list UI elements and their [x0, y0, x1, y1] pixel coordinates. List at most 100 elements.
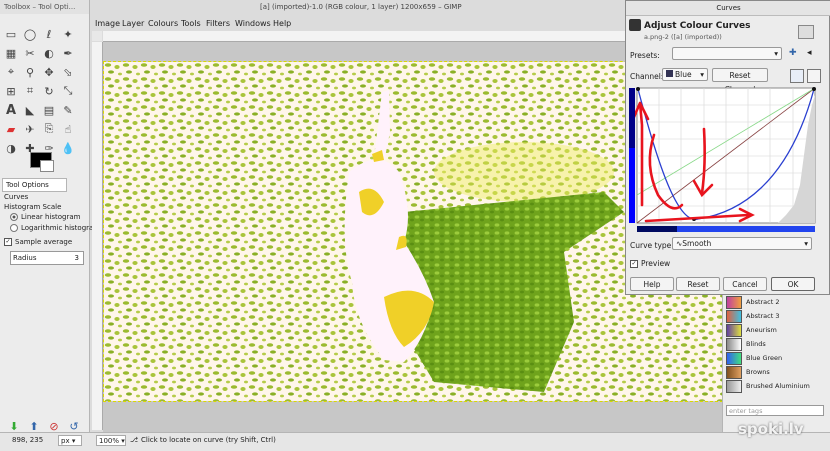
blend-icon[interactable]: ▤ [41, 102, 57, 118]
gradient-swatch[interactable] [726, 380, 742, 393]
eraser-icon[interactable]: ▰ [3, 121, 19, 137]
foreground-select-icon[interactable]: ◐ [41, 45, 57, 61]
channel-label: Channel: [630, 72, 664, 81]
move-icon[interactable]: ⬂ [60, 64, 76, 80]
radius-value: 3 [74, 254, 79, 262]
curve-type-value: Smooth [682, 239, 712, 248]
pencil-icon[interactable]: ✎ [60, 102, 76, 118]
sample-average-label: Sample average [15, 238, 73, 246]
gradient-swatch[interactable] [726, 352, 742, 365]
sample-average-checkbox[interactable]: ✓ Sample average [4, 238, 72, 246]
menu-image[interactable]: Image [95, 17, 120, 31]
radius-label: Radius [13, 254, 37, 262]
free-select-icon[interactable]: ℓ [41, 26, 57, 42]
log-scale-icon[interactable] [807, 69, 821, 83]
curves-window-title: Curves [626, 1, 830, 16]
ok-button[interactable]: OK [771, 277, 815, 291]
gradient-name[interactable]: Blue Green [746, 354, 782, 362]
menu-layer[interactable]: Layer [122, 17, 144, 31]
menu-help[interactable]: Help [273, 17, 291, 31]
gradient-swatch[interactable] [726, 366, 742, 379]
smudge-icon[interactable]: ☝ [60, 121, 76, 137]
image-thumbnail [798, 25, 814, 39]
gradient-swatch[interactable] [726, 296, 742, 309]
status-bar: 898, 235 px ▾ 100% ▾ ⎇ Click to locate o… [0, 432, 830, 451]
gradient-name[interactable]: Brushed Aluminium [746, 382, 810, 390]
dodge-icon[interactable]: ◑ [3, 140, 19, 156]
filter-tags-input[interactable]: enter tags [726, 405, 824, 416]
curve-type-combo[interactable]: ∿Smooth ▾ [672, 237, 812, 250]
pointer-coordinates: 898, 235 [12, 436, 44, 444]
gradient-name[interactable]: Blinds [746, 340, 766, 348]
zoom-icon[interactable]: ⚲ [22, 64, 38, 80]
gradient-name[interactable]: Abstract 3 [746, 312, 780, 320]
curves-status-icon: ⎇ [130, 436, 139, 444]
dropdown-arrow-icon: ▾ [774, 49, 778, 58]
reset-button[interactable]: Reset [676, 277, 720, 291]
curve-graph[interactable] [628, 85, 826, 238]
preview-checkbox[interactable]: ✓ Preview [630, 259, 670, 268]
preview-label: Preview [641, 259, 671, 268]
cancel-button[interactable]: Cancel [723, 277, 767, 291]
window-title: [a] (imported)-1.0 (RGB colour, 1 layer)… [260, 3, 462, 11]
gradient-swatch[interactable] [726, 338, 742, 351]
presets-label: Presets: [630, 51, 660, 60]
gradient-name[interactable]: Browns [746, 368, 770, 376]
menu-tools[interactable]: Tools [181, 17, 201, 31]
add-preset-icon[interactable]: ✚ [789, 48, 797, 58]
ellipse-select-icon[interactable]: ◯ [22, 26, 38, 42]
ruler-vertical[interactable] [92, 42, 103, 430]
rect-select-icon[interactable]: ▭ [3, 26, 19, 42]
curves-dialog: Curves Adjust Colour Curves a.png-2 ([a]… [625, 0, 830, 295]
gradient-name[interactable]: Abstract 2 [746, 298, 780, 306]
presets-combo[interactable]: ▾ [672, 47, 782, 60]
tool-name: Curves [4, 193, 29, 201]
ruler-corner [92, 31, 102, 41]
rotate-icon[interactable]: ↻ [41, 83, 57, 99]
menu-windows[interactable]: Windows [235, 17, 271, 31]
select-color-icon[interactable]: ▦ [3, 45, 19, 61]
radius-slider[interactable]: Radius 3 [10, 251, 84, 265]
text-icon[interactable]: A [3, 102, 19, 118]
gradient-name[interactable]: Aneurism [746, 326, 777, 334]
preset-menu-icon[interactable]: ◂ [807, 48, 812, 58]
checkmark-icon: ✓ [630, 260, 638, 268]
unit-select[interactable]: px ▾ [58, 435, 82, 446]
dropdown-arrow-icon: ▾ [804, 239, 808, 248]
clone-icon[interactable]: ⎘ [41, 121, 57, 137]
dialog-heading: Adjust Colour Curves [644, 21, 751, 31]
scissors-icon[interactable]: ✂ [22, 45, 38, 61]
gradient-list: Abstract 2 Abstract 3 Aneurism Blinds Blue G… [722, 292, 830, 402]
watermark-logo: spoki.lv [738, 420, 804, 438]
gradient-swatch[interactable] [726, 310, 742, 323]
airbrush-icon[interactable]: ✈ [22, 121, 38, 137]
blur-icon[interactable]: 💧 [60, 140, 76, 156]
menu-filters[interactable]: Filters [206, 17, 230, 31]
tab-tool-options[interactable]: Tool Options [2, 178, 67, 192]
checkmark-icon: ✓ [4, 238, 12, 246]
scale-icon[interactable]: ⤡ [60, 83, 76, 99]
background-color-swatch[interactable] [40, 160, 54, 172]
linear-histogram-radio[interactable]: Linear histogram [10, 213, 80, 221]
paths-icon[interactable]: ✒ [60, 45, 76, 61]
channel-value: Blue [675, 70, 692, 79]
unit-value: px [61, 437, 70, 445]
reset-channel-button[interactable]: Reset Channel [712, 68, 768, 94]
zoom-select[interactable]: 100% ▾ [96, 435, 126, 446]
crop-icon[interactable]: ⌗ [22, 83, 38, 99]
color-picker-icon[interactable]: ⌖ [3, 64, 19, 80]
align-icon[interactable]: ⊞ [3, 83, 19, 99]
gradient-swatch[interactable] [726, 324, 742, 337]
zoom-value: 100% [99, 437, 120, 445]
linear-histogram-label: Linear histogram [21, 213, 81, 221]
bucket-fill-icon[interactable]: ◣ [22, 102, 38, 118]
logarithmic-histogram-radio[interactable]: Logarithmic histogram [10, 224, 100, 232]
help-button[interactable]: Help [630, 277, 674, 291]
menu-colours[interactable]: Colours [148, 17, 178, 31]
measure-icon[interactable]: ✥ [41, 64, 57, 80]
fuzzy-select-icon[interactable]: ✦ [60, 26, 76, 42]
tab-tool-options-label: Tool Options [6, 181, 49, 189]
channel-combo[interactable]: Blue ▾ [662, 68, 708, 81]
linear-scale-icon[interactable] [790, 69, 804, 83]
curves-tool-icon [629, 19, 641, 31]
